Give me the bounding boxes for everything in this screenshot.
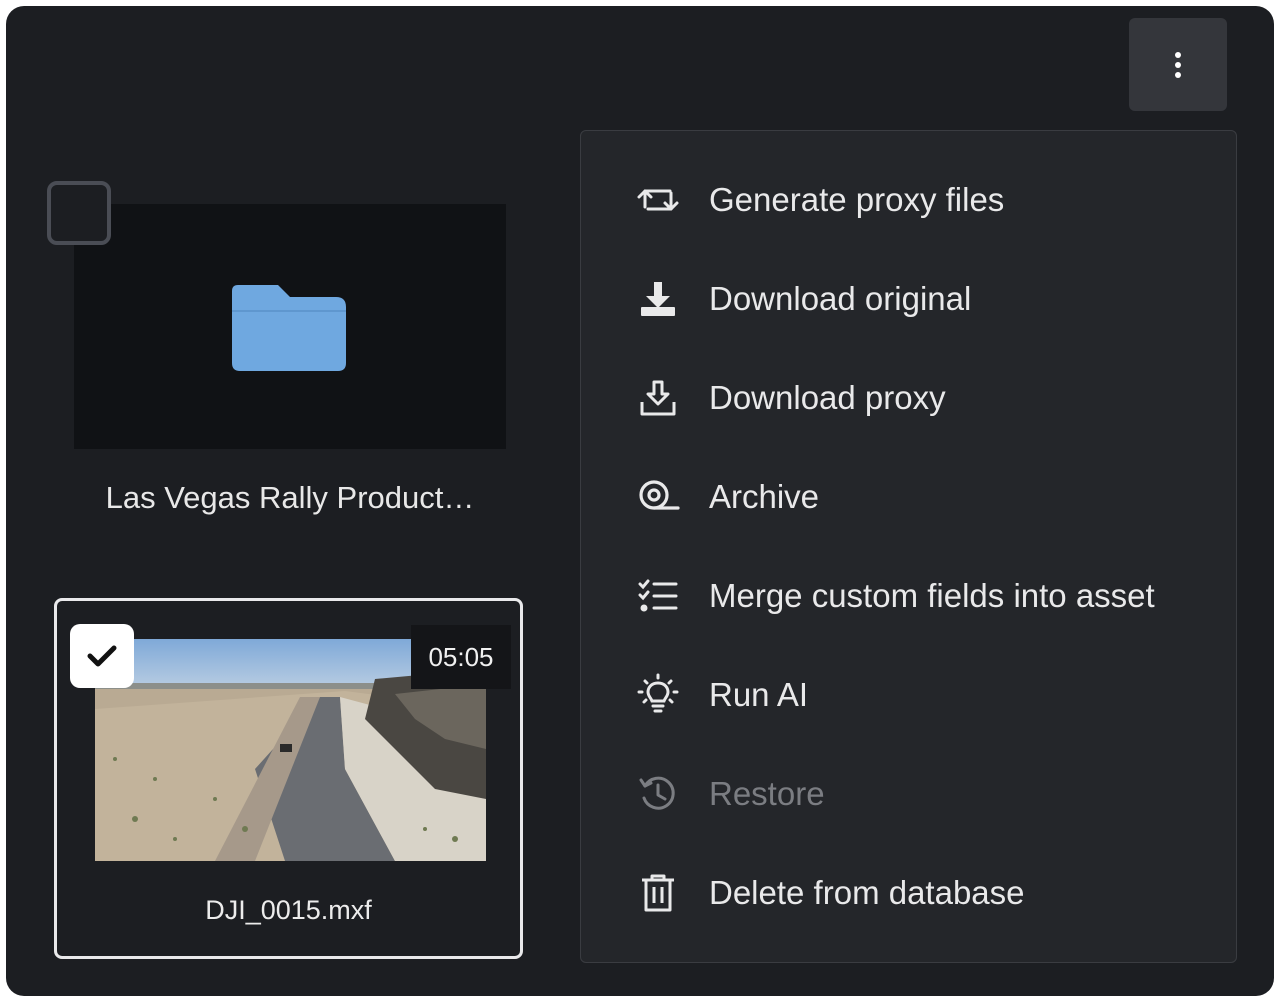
menu-item-generate-proxy[interactable]: Generate proxy files <box>581 157 1236 243</box>
menu-item-run-ai[interactable]: Run AI <box>581 652 1236 738</box>
more-actions-button[interactable] <box>1129 18 1227 111</box>
folder-name[interactable]: Las Vegas Rally Product… <box>74 480 506 516</box>
menu-item-download-original[interactable]: Download original <box>581 256 1236 342</box>
menu-item-delete[interactable]: Delete from database <box>581 850 1236 936</box>
video-name[interactable]: DJI_0015.mxf <box>57 895 520 926</box>
menu-item-label: Archive <box>709 478 820 515</box>
video-select-checkbox[interactable] <box>70 624 134 688</box>
folder-icon <box>232 285 346 371</box>
asset-panel: Las Vegas Rally Product… 05:05 DJI_0015.… <box>6 6 1274 996</box>
repeat-arrows-icon <box>636 178 680 222</box>
history-icon <box>636 772 680 816</box>
checkmark-icon <box>87 645 117 667</box>
lightbulb-icon <box>636 673 680 717</box>
trash-icon <box>636 871 680 915</box>
folder-thumbnail[interactable] <box>74 204 506 449</box>
menu-item-label: Restore <box>709 775 825 812</box>
menu-item-archive[interactable]: Archive <box>581 454 1236 540</box>
kebab-vertical-icon <box>1175 51 1181 78</box>
menu-item-label: Download proxy <box>709 379 946 416</box>
menu-item-label: Download original <box>709 280 972 317</box>
menu-item-label: Generate proxy files <box>709 181 1005 218</box>
menu-item-merge-custom-fields[interactable]: Merge custom fields into asset <box>581 553 1236 639</box>
menu-item-restore[interactable]: Restore <box>581 751 1236 837</box>
download-tray-icon <box>636 376 680 420</box>
actions-menu: Generate proxy files Download original D… <box>580 130 1237 963</box>
video-asset-card[interactable]: 05:05 DJI_0015.mxf <box>54 598 523 959</box>
menu-item-label: Merge custom fields into asset <box>709 577 1155 614</box>
folder-select-checkbox[interactable] <box>47 181 111 245</box>
menu-item-label: Run AI <box>709 676 809 713</box>
download-icon <box>636 277 680 321</box>
archive-tape-icon <box>636 475 680 519</box>
menu-item-label: Delete from database <box>709 874 1025 911</box>
checklist-icon <box>636 574 680 618</box>
menu-item-download-proxy[interactable]: Download proxy <box>581 355 1236 441</box>
duration-badge: 05:05 <box>411 625 511 689</box>
